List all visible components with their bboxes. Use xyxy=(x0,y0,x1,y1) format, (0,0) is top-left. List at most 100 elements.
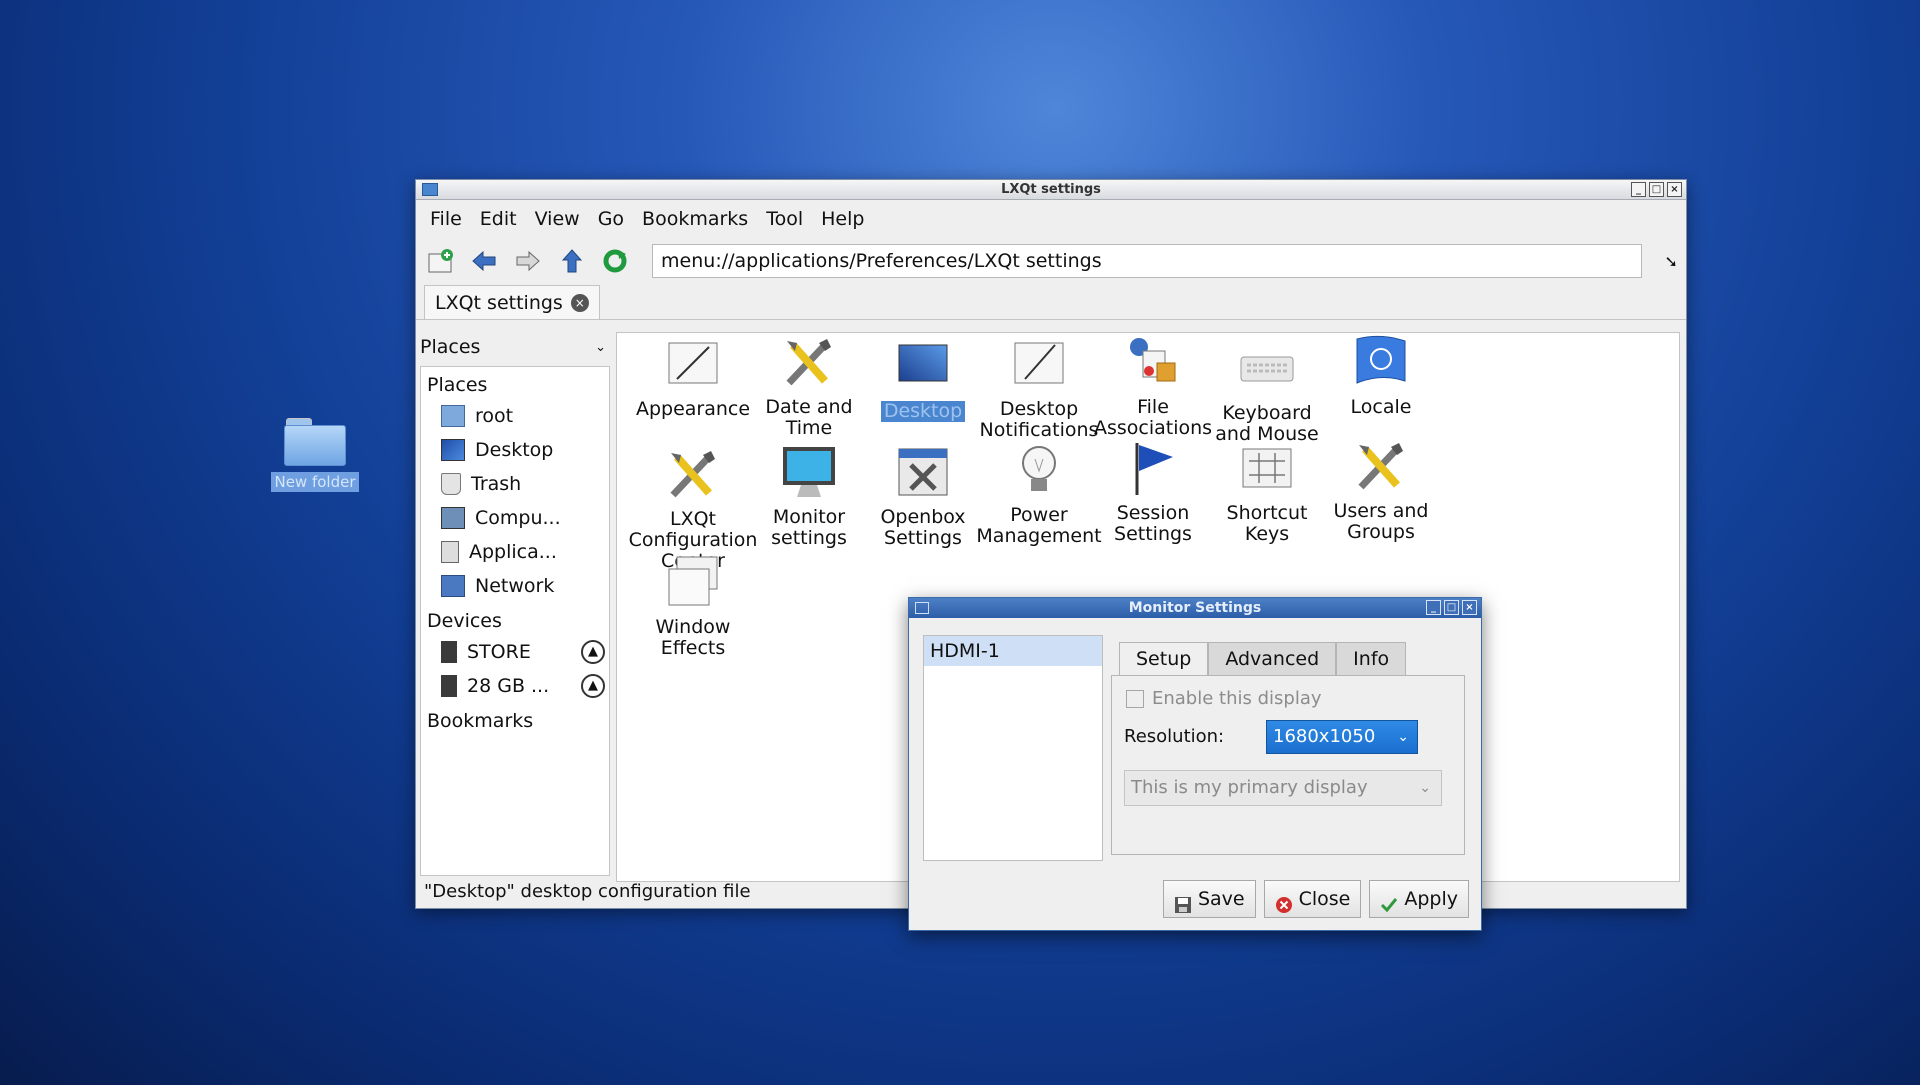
desktop-folder-label: New folder xyxy=(271,472,359,492)
chevron-down-icon: ⌄ xyxy=(1397,729,1409,745)
notifications-icon xyxy=(1009,335,1069,393)
window-app-icon xyxy=(422,183,438,196)
enable-display-label: Enable this display xyxy=(1152,688,1322,709)
go-arrow-icon[interactable]: ➘ xyxy=(1656,246,1686,276)
dialog-buttons: Save Close Apply xyxy=(1162,880,1469,918)
sidebar-item-desktop[interactable]: Desktop xyxy=(421,433,609,467)
network-folder-icon xyxy=(441,575,465,597)
dialog-title: Monitor Settings xyxy=(1128,600,1262,616)
tab-advanced[interactable]: Advanced xyxy=(1208,642,1337,676)
menu-tool[interactable]: Tool xyxy=(766,208,817,230)
window-titlebar[interactable]: LXQt settings _ □ × xyxy=(416,180,1686,200)
close-circle-icon xyxy=(1275,890,1293,913)
places-section-title: Places xyxy=(427,374,488,396)
menu-help[interactable]: Help xyxy=(821,208,878,230)
menu-file[interactable]: File xyxy=(430,208,476,230)
toolbar: menu://applications/Preferences/LXQt set… xyxy=(416,238,1686,284)
settings-item-label: Users and Groups xyxy=(1333,500,1429,543)
up-arrow-icon[interactable] xyxy=(557,246,587,276)
eject-icon[interactable]: ▲ xyxy=(581,640,605,664)
close-window-button[interactable]: × xyxy=(1667,182,1682,197)
applications-icon xyxy=(441,541,459,563)
tab-bar: LXQt settings × xyxy=(416,284,1686,320)
dialog-tabs: Setup Advanced Info xyxy=(1119,642,1407,676)
sidebar-item-root[interactable]: root xyxy=(421,399,609,433)
folder-icon xyxy=(284,418,346,466)
settings-item-label: Window Effects xyxy=(655,616,731,659)
eject-icon[interactable]: ▲ xyxy=(581,674,605,698)
settings-item-users-and-groups[interactable]: Users and Groups xyxy=(1311,437,1451,543)
floppy-disk-icon xyxy=(1174,890,1192,913)
drive-icon xyxy=(441,641,457,663)
trash-icon xyxy=(441,473,461,495)
reload-icon[interactable] xyxy=(600,246,630,276)
apply-button[interactable]: Apply xyxy=(1369,880,1469,918)
openbox-icon xyxy=(893,443,953,501)
bookmarks-section-title: Bookmarks xyxy=(427,710,534,732)
sidebar-item-trash[interactable]: Trash xyxy=(421,467,609,501)
settings-item-label: Desktop xyxy=(880,401,966,422)
desktop-icon xyxy=(441,439,465,461)
lightbulb-icon xyxy=(1009,441,1069,499)
sidebar-view-selector[interactable]: Places ⌄ xyxy=(420,332,612,362)
dialog-minimize-button[interactable]: _ xyxy=(1426,600,1441,615)
dialog-maximize-button[interactable]: □ xyxy=(1444,600,1459,615)
desktop-icon xyxy=(893,337,953,395)
setup-pane: Enable this display Resolution: 1680x105… xyxy=(1111,675,1465,855)
drive-icon xyxy=(441,675,457,697)
monitor-settings-dialog: Monitor Settings _ □ × HDMI-1 Setup Adva… xyxy=(908,597,1482,931)
settings-item-window-effects[interactable]: Window Effects xyxy=(623,553,763,659)
checkmark-icon xyxy=(1380,890,1398,913)
menu-go[interactable]: Go xyxy=(598,208,638,230)
resolution-select[interactable]: 1680x1050 ⌄ xyxy=(1266,720,1418,754)
menu-view[interactable]: View xyxy=(535,208,594,230)
close-button[interactable]: Close xyxy=(1263,880,1362,918)
sidebar-item-28gb[interactable]: 28 GB ... ▲ xyxy=(421,669,609,703)
output-item-hdmi-1[interactable]: HDMI-1 xyxy=(924,636,1102,666)
primary-display-value: This is my primary display xyxy=(1131,777,1368,798)
chevron-down-icon: ⌄ xyxy=(595,339,606,355)
sidebar: Places ⌄ Places root Desktop Trash Compu… xyxy=(420,332,612,876)
sidebar-item-computer[interactable]: Compu... xyxy=(421,501,609,535)
home-folder-icon xyxy=(441,405,465,427)
tab-setup[interactable]: Setup xyxy=(1119,642,1209,676)
forward-arrow-icon[interactable] xyxy=(513,246,543,276)
minimize-button[interactable]: _ xyxy=(1631,182,1646,197)
back-arrow-icon[interactable] xyxy=(470,246,500,276)
desktop-folder-new-folder[interactable]: New folder xyxy=(265,418,365,492)
tab-info[interactable]: Info xyxy=(1336,642,1407,676)
window-title: LXQt settings xyxy=(1001,182,1101,197)
appearance-icon xyxy=(663,335,723,393)
dialog-titlebar[interactable]: Monitor Settings _ □ × xyxy=(909,598,1481,618)
menu-bookmarks[interactable]: Bookmarks xyxy=(642,208,762,230)
monitor-icon xyxy=(779,443,839,501)
dialog-close-button[interactable]: × xyxy=(1462,600,1477,615)
sidebar-item-store[interactable]: STORE ▲ xyxy=(421,635,609,669)
tab-lxqt-settings[interactable]: LXQt settings × xyxy=(424,285,600,319)
save-button[interactable]: Save xyxy=(1162,880,1256,918)
enable-display-option[interactable]: Enable this display xyxy=(1126,688,1322,709)
chevron-down-icon: ⌄ xyxy=(1419,780,1431,796)
dialog-app-icon xyxy=(915,602,929,614)
sidebar-item-applications[interactable]: Applica... xyxy=(421,535,609,569)
devices-section-title: Devices xyxy=(427,610,502,632)
new-tab-icon[interactable] xyxy=(426,246,456,276)
places-list: Places root Desktop Trash Compu... Appli… xyxy=(420,366,610,876)
output-list: HDMI-1 xyxy=(923,635,1103,861)
menu-edit[interactable]: Edit xyxy=(480,208,531,230)
enable-display-checkbox[interactable] xyxy=(1126,689,1144,708)
file-associations-icon xyxy=(1123,333,1183,391)
flag-icon xyxy=(1123,439,1183,497)
settings-item-label: Locale xyxy=(1350,396,1412,418)
keys-icon xyxy=(1237,439,1297,497)
primary-display-select[interactable]: This is my primary display ⌄ xyxy=(1124,770,1442,806)
maximize-button[interactable]: □ xyxy=(1649,182,1664,197)
computer-icon xyxy=(441,507,465,529)
close-tab-icon[interactable]: × xyxy=(570,293,589,312)
sidebar-item-network[interactable]: Network xyxy=(421,569,609,603)
settings-item-locale[interactable]: Locale xyxy=(1311,333,1451,418)
resolution-label: Resolution: xyxy=(1124,726,1225,747)
address-bar[interactable]: menu://applications/Preferences/LXQt set… xyxy=(652,244,1643,278)
resolution-value: 1680x1050 xyxy=(1273,726,1376,747)
windows-icon xyxy=(663,553,723,611)
